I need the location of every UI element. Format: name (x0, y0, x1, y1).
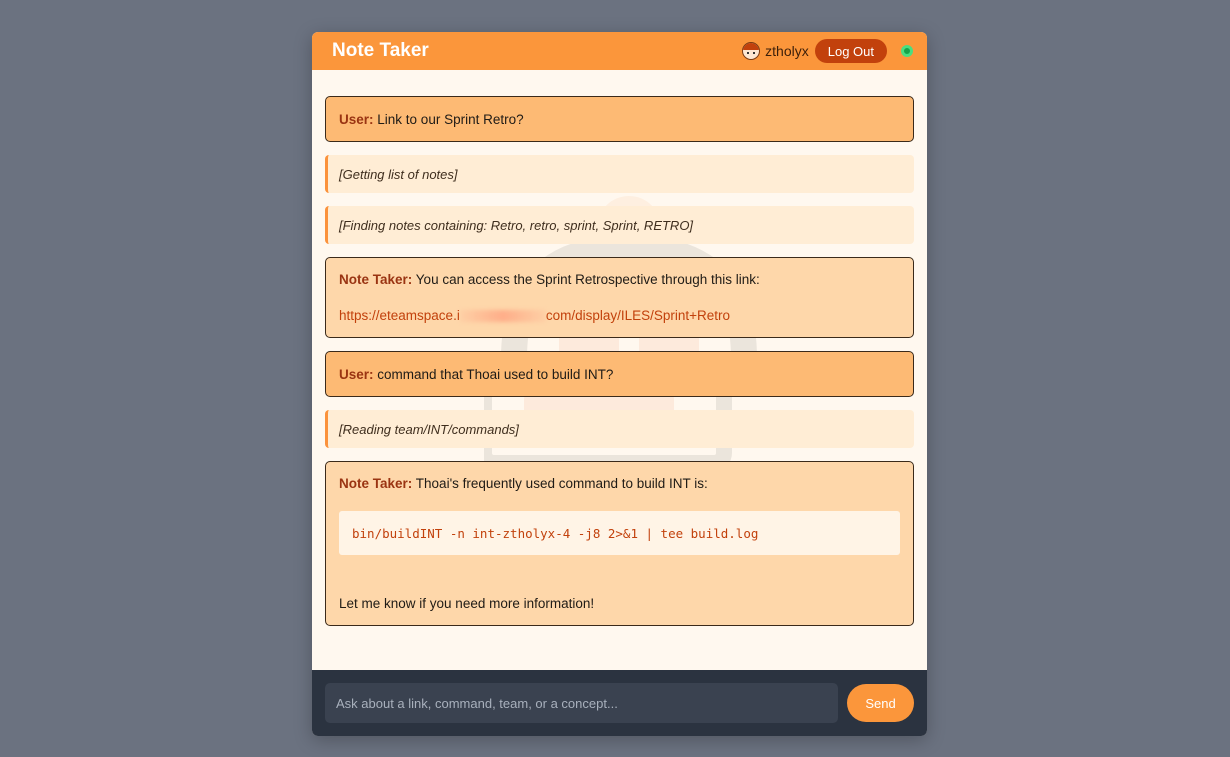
code-block[interactable]: bin/buildINT -n int-ztholyx-4 -j8 2>&1 |… (339, 511, 900, 555)
send-button[interactable]: Send (847, 684, 914, 722)
composer: Send (312, 670, 927, 736)
user-message: User: Link to our Sprint Retro? (325, 96, 914, 142)
status-text: [Reading team/INT/commands] (339, 421, 519, 437)
user-message: User: command that Thoai used to build I… (325, 351, 914, 397)
message-speaker: Note Taker: (339, 476, 413, 491)
retro-link[interactable]: https://eteamspace.i com/display/ILES/Spr… (339, 308, 900, 323)
app-title: Note Taker (332, 40, 429, 61)
username: ztholyx (765, 43, 809, 59)
message-list[interactable]: User: Link to our Sprint Retro? [Getting… (312, 70, 927, 670)
avatar-icon (742, 42, 761, 60)
question-input[interactable] (325, 683, 838, 723)
status-text: [Finding notes containing: Retro, retro,… (339, 217, 694, 233)
message-text: You can access the Sprint Retrospective … (415, 272, 760, 287)
message-text: Link to our Sprint Retro? (377, 111, 524, 127)
link-text-start[interactable]: https://eteamspace.i (339, 308, 460, 323)
message-text: command that Thoai used to build INT? (377, 366, 614, 382)
message-text: Thoai's frequently used command to build… (415, 476, 708, 491)
status-message: [Getting list of notes] (325, 155, 914, 193)
user-info: ztholyx Log Out (742, 39, 913, 63)
message-speaker: Note Taker: (339, 272, 413, 287)
app-header: Note Taker ztholyx Log Out (312, 32, 927, 70)
bot-message: Note Taker: Thoai's frequently used comm… (325, 461, 914, 626)
link-text-end[interactable]: com/display/ILES/Sprint+Retro (546, 308, 730, 323)
status-message: [Finding notes containing: Retro, retro,… (325, 206, 914, 244)
online-status-icon (901, 45, 913, 57)
message-speaker: User: (339, 111, 374, 127)
status-text: [Getting list of notes] (339, 166, 458, 182)
logout-button[interactable]: Log Out (814, 39, 887, 63)
message-speaker: User: (339, 366, 374, 382)
status-message: [Reading team/INT/commands] (325, 410, 914, 448)
chat-window: Note Taker ztholyx Log Out User: Link to… (312, 32, 927, 736)
redacted-blur (459, 310, 546, 323)
bot-message: Note Taker: You can access the Sprint Re… (325, 257, 914, 338)
message-followup-text: Let me know if you need more information… (339, 596, 595, 611)
